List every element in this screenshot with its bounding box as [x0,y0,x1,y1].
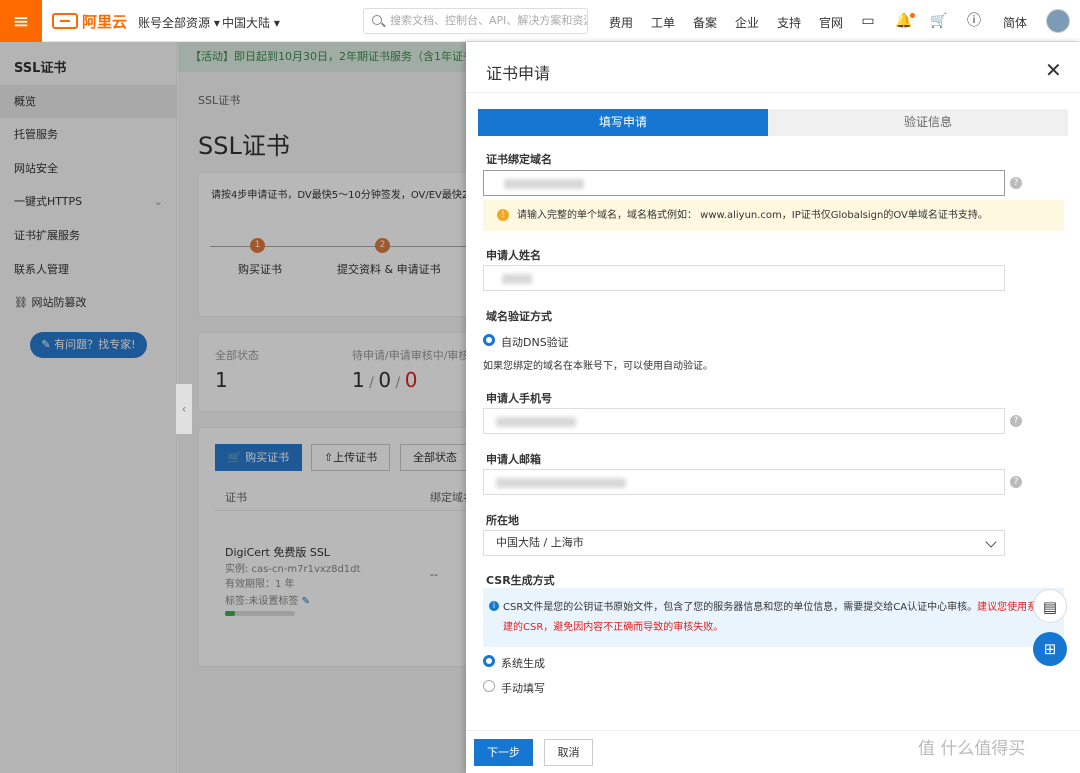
drawer-header-divider [466,92,1080,93]
csr-auto-radio[interactable] [483,655,495,667]
help-icon[interactable]: ⓘ [965,12,983,30]
domain-input[interactable] [483,170,1005,196]
region-dropdown-label: 中国大陆 [222,16,271,30]
warning-icon: ! [497,209,509,221]
verify-note: 如果您绑定的域名在本账号下，可以使用自动验证。 [483,361,713,372]
phone-input[interactable] [483,408,1005,434]
chevron-down-icon [985,536,997,548]
terminal-icon[interactable]: ▭ [859,12,877,30]
csr-manual-radio[interactable] [483,680,495,692]
collapse-sidebar-tab[interactable]: ‹ [176,384,192,434]
cancel-button[interactable]: 取消 [544,739,593,766]
modal-overlay[interactable] [0,42,466,773]
nav-support[interactable]: 支持 [777,14,801,31]
language-switch[interactable]: 简体 [1003,14,1027,31]
verify-method-label: 域名验证方式 [486,310,552,323]
location-select[interactable]: 中国大陆 / 上海市 [483,530,1005,556]
menu-icon[interactable]: ≡ [0,0,42,42]
csr-info-warning: 建议您使用系 [977,602,1038,613]
step-fill-application: 填写申请 [478,109,780,136]
watermark-logo: 值 什么值得买 [918,739,1026,759]
auto-dns-radio[interactable] [483,334,495,346]
redacted-value [496,478,626,488]
redacted-value [504,179,584,189]
user-avatar[interactable] [1046,9,1070,33]
info-icon: i [489,601,499,611]
region-dropdown[interactable]: 中国大陆 ▾ [222,14,280,31]
redacted-value [502,274,532,284]
search-placeholder: 搜索文档、控制台、API、解决方案和资源 [390,14,588,27]
help-icon[interactable]: ? [1010,476,1022,488]
step-verify-info: 验证信息 [768,109,1068,136]
notification-dot [910,13,915,18]
csr-manual-label[interactable]: 手动填写 [501,680,545,696]
account-resource-dropdown[interactable]: 账号全部资源 ▾ [138,14,220,31]
applicant-name-input[interactable] [483,265,1005,291]
applicant-name-label: 申请人姓名 [486,249,541,262]
nav-ticket[interactable]: 工单 [651,14,675,31]
csr-label: CSR生成方式 [486,574,555,587]
search-input[interactable]: 搜索文档、控制台、API、解决方案和资源 [363,8,588,34]
email-label: 申请人邮箱 [486,453,541,466]
search-icon [372,15,382,25]
domain-label: 证书绑定域名 [486,153,552,166]
next-button[interactable]: 下一步 [474,739,533,766]
redacted-value [496,417,576,427]
logo-mark-icon [52,13,78,29]
top-bar: ≡ 阿里云 账号全部资源 ▾ 中国大陆 ▾ 搜索文档、控制台、API、解决方案和… [0,0,1080,42]
close-icon[interactable]: ✕ [1045,58,1062,82]
csr-auto-label[interactable]: 系统生成 [501,655,545,671]
help-icon[interactable]: ? [1010,415,1022,427]
nav-enterprise[interactable]: 企业 [735,14,759,31]
drawer-title: 证书申请 [486,64,551,83]
account-dropdown-label: 账号全部资源 [138,16,211,30]
logo-text: 阿里云 [82,12,128,31]
help-icon[interactable]: ? [1010,177,1022,189]
nav-official-site[interactable]: 官网 [819,14,843,31]
domain-warning-text: 请输入完整的单个域名，域名格式例如： www.aliyun.com，IP证书仅G… [517,210,988,221]
nav-icp[interactable]: 备案 [693,14,717,31]
csr-info: i CSR文件是您的公钥证书原始文件，包含了您的服务器信息和您的单位信息，需要提… [483,588,1064,647]
cart-icon[interactable]: 🛒 [930,12,948,30]
domain-warning: ! 请输入完整的单个域名，域名格式例如： www.aliyun.com，IP证书… [483,200,1064,231]
email-input[interactable] [483,469,1005,495]
location-label: 所在地 [486,514,519,527]
nav-billing[interactable]: 费用 [609,14,633,31]
cert-apply-drawer: 证书申请 ✕ 填写申请 验证信息 证书绑定域名 ? ! 请输入完整的单个域名，域… [466,42,1080,773]
apps-grid-icon[interactable]: ⊞ [1033,632,1067,666]
csr-info-warning-cont: 建的CSR，避免因内容不正确而导致的审核失败。 [503,622,724,633]
chat-support-icon[interactable]: ▤ [1033,589,1067,623]
csr-info-text: CSR文件是您的公钥证书原始文件，包含了您的服务器信息和您的单位信息，需要提交给… [503,602,978,613]
auto-dns-label[interactable]: 自动DNS验证 [501,334,569,350]
phone-label: 申请人手机号 [486,392,552,405]
aliyun-logo[interactable]: 阿里云 [52,11,127,31]
chevron-left-icon: ‹ [181,402,187,416]
location-value: 中国大陆 / 上海市 [496,536,584,549]
